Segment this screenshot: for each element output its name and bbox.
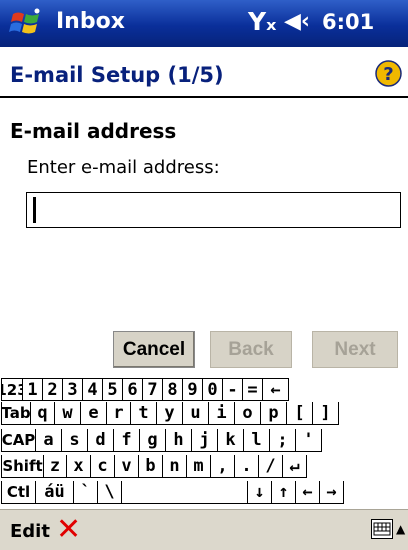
next-button[interactable]: Next xyxy=(312,331,398,368)
key[interactable]: x xyxy=(67,455,91,478)
key[interactable]: b xyxy=(139,455,163,478)
key[interactable]: ; xyxy=(270,429,296,452)
signal-icon[interactable]: Yₓ xyxy=(248,7,276,37)
key[interactable]: \ xyxy=(98,481,122,504)
edit-menu[interactable]: Edit xyxy=(10,521,50,542)
help-glyph: ? xyxy=(383,64,393,85)
key[interactable]: , xyxy=(211,455,235,478)
windows-start-icon[interactable] xyxy=(9,6,43,40)
email-field-label: Enter e-mail address: xyxy=(27,157,220,178)
key[interactable]: r xyxy=(107,402,131,425)
key[interactable]: - xyxy=(223,378,243,401)
key[interactable]: l xyxy=(244,429,270,452)
key[interactable]: o xyxy=(235,402,261,425)
key[interactable]: . xyxy=(235,455,259,478)
key[interactable]: ↓ xyxy=(248,481,272,504)
key[interactable]: 8 xyxy=(163,378,183,401)
header-divider xyxy=(0,96,408,98)
key[interactable]: Shift xyxy=(1,455,44,478)
cancel-button[interactable]: Cancel xyxy=(113,331,195,368)
key[interactable]: t xyxy=(131,402,157,425)
key[interactable]: / xyxy=(259,455,283,478)
key[interactable]: ← xyxy=(263,378,289,401)
key[interactable]: 1 xyxy=(23,378,43,401)
key[interactable]: q xyxy=(31,402,55,425)
volume-icon[interactable]: ◀‹ xyxy=(284,8,310,36)
email-field[interactable] xyxy=(26,192,401,228)
page-header: E-mail Setup (1/5) ? xyxy=(0,47,408,99)
key[interactable]: ← xyxy=(296,481,320,504)
key[interactable]: h xyxy=(166,429,192,452)
page-title: E-mail Setup (1/5) xyxy=(10,63,224,87)
key[interactable]: d xyxy=(88,429,114,452)
key[interactable]: 2 xyxy=(43,378,63,401)
key-space[interactable] xyxy=(122,481,248,504)
key[interactable]: s xyxy=(62,429,88,452)
key[interactable]: u xyxy=(183,402,209,425)
key[interactable]: f xyxy=(114,429,140,452)
key[interactable]: CAP xyxy=(1,429,36,452)
key[interactable]: ` xyxy=(74,481,98,504)
keyboard-row: CAP a s d f g h j k l; ' xyxy=(0,429,408,452)
keyboard-row: Ctl áü ` \ ↓ ↑ ← → xyxy=(0,481,408,504)
key[interactable]: p xyxy=(261,402,287,425)
app-title: Inbox xyxy=(56,9,125,34)
key[interactable]: = xyxy=(243,378,263,401)
key[interactable]: w xyxy=(55,402,81,425)
keyboard-icon[interactable] xyxy=(371,519,393,539)
key[interactable]: k xyxy=(218,429,244,452)
key[interactable]: n xyxy=(163,455,187,478)
keyboard-row: Shift z x c v b n m,. / ↵ xyxy=(0,455,408,478)
key[interactable]: 6 xyxy=(123,378,143,401)
key[interactable]: Ctl xyxy=(1,481,36,504)
title-bar: Inbox Yₓ ◀‹ 6:01 xyxy=(0,0,408,47)
key[interactable]: [ xyxy=(287,402,313,425)
key[interactable]: ↵ xyxy=(283,455,307,478)
input-panel-arrow-icon[interactable]: ▲ xyxy=(396,522,405,536)
key[interactable]: ↑ xyxy=(272,481,296,504)
key[interactable]: 4 xyxy=(83,378,103,401)
key[interactable]: 7 xyxy=(143,378,163,401)
text-caret xyxy=(33,197,36,223)
key[interactable]: j xyxy=(192,429,218,452)
key[interactable]: → xyxy=(320,481,344,504)
key[interactable]: 9 xyxy=(183,378,203,401)
key[interactable]: z xyxy=(44,455,67,478)
key[interactable]: 123 xyxy=(1,378,23,401)
key[interactable]: 5 xyxy=(103,378,123,401)
key[interactable]: ' xyxy=(296,429,322,452)
key[interactable]: c xyxy=(91,455,115,478)
keyboard-row: 1231234567890-=← xyxy=(0,378,408,401)
key[interactable]: ] xyxy=(313,402,339,425)
key[interactable]: g xyxy=(140,429,166,452)
key[interactable]: 3 xyxy=(63,378,83,401)
key[interactable]: e xyxy=(81,402,107,425)
back-button[interactable]: Back xyxy=(210,331,292,368)
key[interactable]: a xyxy=(36,429,62,452)
delete-icon[interactable]: ✕ xyxy=(56,513,81,547)
key[interactable]: áü xyxy=(36,481,74,504)
section-heading: E-mail address xyxy=(10,119,177,143)
help-icon[interactable]: ? xyxy=(375,60,402,87)
key[interactable]: Tab xyxy=(1,402,31,425)
clock[interactable]: 6:01 xyxy=(322,10,374,34)
key[interactable]: 0 xyxy=(203,378,223,401)
menu-bar: Edit ✕ ▲ xyxy=(0,509,408,550)
key[interactable]: v xyxy=(115,455,139,478)
key[interactable]: i xyxy=(209,402,235,425)
keyboard-row: Tab q w e r t y u i o p[] xyxy=(0,402,408,425)
key[interactable]: y xyxy=(157,402,183,425)
key[interactable]: m xyxy=(187,455,211,478)
soft-keyboard: 1231234567890-=←Tabqwertyuiop[]CAPasdfgh… xyxy=(0,373,408,509)
